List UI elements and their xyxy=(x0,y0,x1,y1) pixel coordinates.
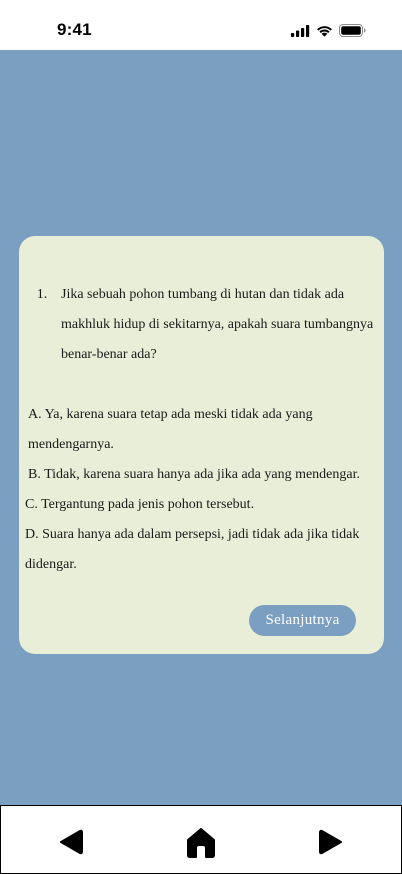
option-c[interactable]: C. Tergantung pada jenis pohon tersebut. xyxy=(25,490,375,520)
cellular-signal-icon xyxy=(291,24,310,37)
back-button[interactable] xyxy=(53,824,89,860)
answer-options: A. Ya, karena suara tetap ada meski tida… xyxy=(25,400,375,580)
home-button[interactable] xyxy=(183,824,219,860)
status-bar: 9:41 xyxy=(0,0,402,50)
bottom-nav xyxy=(0,805,402,874)
status-icons xyxy=(291,24,366,37)
option-d[interactable]: D. Suara hanya ada dalam persepsi, jadi … xyxy=(25,520,375,580)
question: 1. Jika sebuah pohon tumbang di hutan da… xyxy=(29,280,374,370)
forward-button[interactable] xyxy=(313,824,349,860)
status-time: 9:41 xyxy=(57,20,92,39)
battery-icon xyxy=(339,24,366,37)
option-a[interactable]: A. Ya, karena suara tetap ada meski tida… xyxy=(25,400,375,460)
home-icon xyxy=(187,828,215,858)
option-b[interactable]: B. Tidak, karena suara hanya ada jika ad… xyxy=(25,460,375,490)
forward-arrow-icon xyxy=(319,829,342,855)
wifi-icon xyxy=(317,25,332,37)
back-arrow-icon xyxy=(60,829,83,855)
question-number: 1. xyxy=(36,287,48,302)
question-text: Jika sebuah pohon tumbang di hutan dan t… xyxy=(61,287,374,362)
question-card: 1. Jika sebuah pohon tumbang di hutan da… xyxy=(19,236,384,654)
next-button[interactable]: Selanjutnya xyxy=(249,605,356,636)
